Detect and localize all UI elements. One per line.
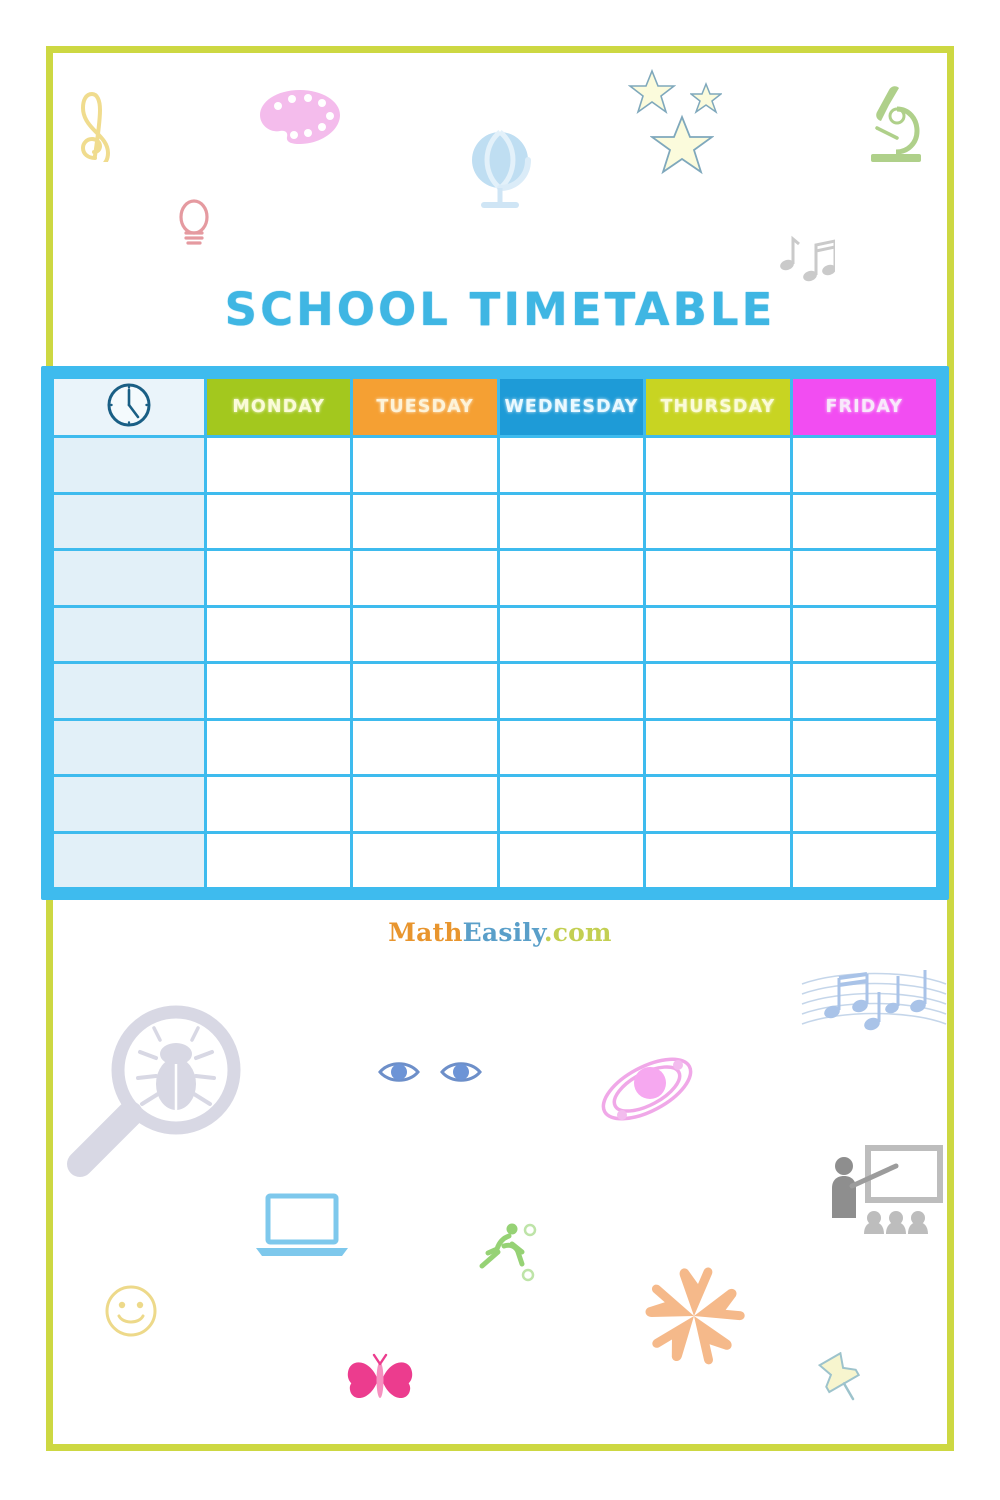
slot-cell[interactable] xyxy=(353,551,497,605)
star-icon xyxy=(627,68,677,116)
slot-cell[interactable] xyxy=(499,551,644,605)
slot-cell[interactable] xyxy=(499,833,644,887)
slot-cell[interactable] xyxy=(353,777,497,831)
time-cell[interactable] xyxy=(54,720,204,774)
header-row: MONDAY TUESDAY WEDNESDAY THURSDAY FRIDAY xyxy=(54,379,936,435)
timetable-header: MONDAY TUESDAY WEDNESDAY THURSDAY FRIDAY xyxy=(54,379,936,435)
timetable-body xyxy=(54,438,936,887)
music-notes-icon xyxy=(779,231,837,285)
teacher-board-icon xyxy=(822,1142,946,1238)
time-cell[interactable] xyxy=(54,438,204,492)
timetable-frame: MONDAY TUESDAY WEDNESDAY THURSDAY FRIDAY xyxy=(41,366,949,900)
time-cell[interactable] xyxy=(54,777,204,831)
header-cell-monday[interactable]: MONDAY xyxy=(207,379,351,435)
site-watermark: MathEasily.com xyxy=(0,918,1000,947)
slot-cell[interactable] xyxy=(646,664,790,718)
slot-cell[interactable] xyxy=(499,438,644,492)
slot-cell[interactable] xyxy=(353,438,497,492)
slot-cell[interactable] xyxy=(499,777,644,831)
table-row xyxy=(54,720,936,774)
timetable-page: SCHOOL TIMETABLE MONDAY TUESDAY WEDNESDA… xyxy=(0,0,1000,1500)
magnifier-bug-icon xyxy=(58,1002,248,1182)
slot-cell[interactable] xyxy=(646,438,790,492)
treble-clef-icon xyxy=(72,72,118,170)
slot-cell[interactable] xyxy=(646,777,790,831)
globe-icon xyxy=(466,128,542,210)
slot-cell[interactable] xyxy=(646,833,790,887)
table-row xyxy=(54,494,936,548)
slot-cell[interactable] xyxy=(792,777,936,831)
eyes-icon xyxy=(378,1055,482,1089)
slot-cell[interactable] xyxy=(353,494,497,548)
time-cell[interactable] xyxy=(54,551,204,605)
soccer-player-icon xyxy=(468,1220,538,1284)
slot-cell[interactable] xyxy=(353,720,497,774)
page-title: SCHOOL TIMETABLE xyxy=(224,283,776,336)
microscope-icon xyxy=(863,82,925,174)
slot-cell[interactable] xyxy=(646,720,790,774)
watermark-part-easily: Easily xyxy=(462,918,544,947)
table-row xyxy=(54,777,936,831)
table-row xyxy=(54,551,936,605)
butterfly-icon xyxy=(344,1352,416,1408)
watermark-part-math: Math xyxy=(388,918,463,947)
slot-cell[interactable] xyxy=(792,438,936,492)
slot-cell[interactable] xyxy=(207,551,351,605)
pushpin-icon xyxy=(812,1351,872,1408)
header-cell-tuesday[interactable]: TUESDAY xyxy=(353,379,497,435)
clock-icon xyxy=(105,383,153,433)
timetable-grid: MONDAY TUESDAY WEDNESDAY THURSDAY FRIDAY xyxy=(51,376,939,890)
slot-cell[interactable] xyxy=(207,833,351,887)
time-cell[interactable] xyxy=(54,494,204,548)
slot-cell[interactable] xyxy=(207,607,351,661)
table-row xyxy=(54,664,936,718)
slot-cell[interactable] xyxy=(353,664,497,718)
star-large-icon xyxy=(649,114,715,176)
laptop-icon xyxy=(254,1192,350,1260)
slot-cell[interactable] xyxy=(792,494,936,548)
header-cell-thursday[interactable]: THURSDAY xyxy=(646,379,790,435)
slot-cell[interactable] xyxy=(792,607,936,661)
paint-palette-icon xyxy=(258,88,342,144)
slot-cell[interactable] xyxy=(646,607,790,661)
slot-cell[interactable] xyxy=(207,777,351,831)
atom-icon xyxy=(594,1043,700,1135)
header-cell-time xyxy=(54,379,204,435)
slot-cell[interactable] xyxy=(499,607,644,661)
slot-cell[interactable] xyxy=(207,664,351,718)
slot-cell[interactable] xyxy=(792,551,936,605)
slot-cell[interactable] xyxy=(207,494,351,548)
slot-cell[interactable] xyxy=(792,720,936,774)
slot-cell[interactable] xyxy=(792,833,936,887)
star-small-icon xyxy=(688,81,724,114)
slot-cell[interactable] xyxy=(353,833,497,887)
slot-cell[interactable] xyxy=(207,720,351,774)
slot-cell[interactable] xyxy=(499,720,644,774)
time-cell[interactable] xyxy=(54,607,204,661)
smiley-icon xyxy=(103,1283,159,1339)
time-cell[interactable] xyxy=(54,664,204,718)
header-cell-friday[interactable]: FRIDAY xyxy=(792,379,936,435)
slot-cell[interactable] xyxy=(207,438,351,492)
time-cell[interactable] xyxy=(54,833,204,887)
slot-cell[interactable] xyxy=(499,664,644,718)
lightbulb-icon xyxy=(176,198,212,250)
table-row xyxy=(54,607,936,661)
slot-cell[interactable] xyxy=(353,607,497,661)
watermark-part-com: .com xyxy=(543,918,612,947)
music-staff-icon xyxy=(800,962,948,1040)
header-cell-wednesday[interactable]: WEDNESDAY xyxy=(499,379,644,435)
slot-cell[interactable] xyxy=(499,494,644,548)
slot-cell[interactable] xyxy=(646,494,790,548)
teamwork-hands-icon xyxy=(640,1264,748,1370)
table-row xyxy=(54,833,936,887)
slot-cell[interactable] xyxy=(792,664,936,718)
table-row xyxy=(54,438,936,492)
slot-cell[interactable] xyxy=(646,551,790,605)
